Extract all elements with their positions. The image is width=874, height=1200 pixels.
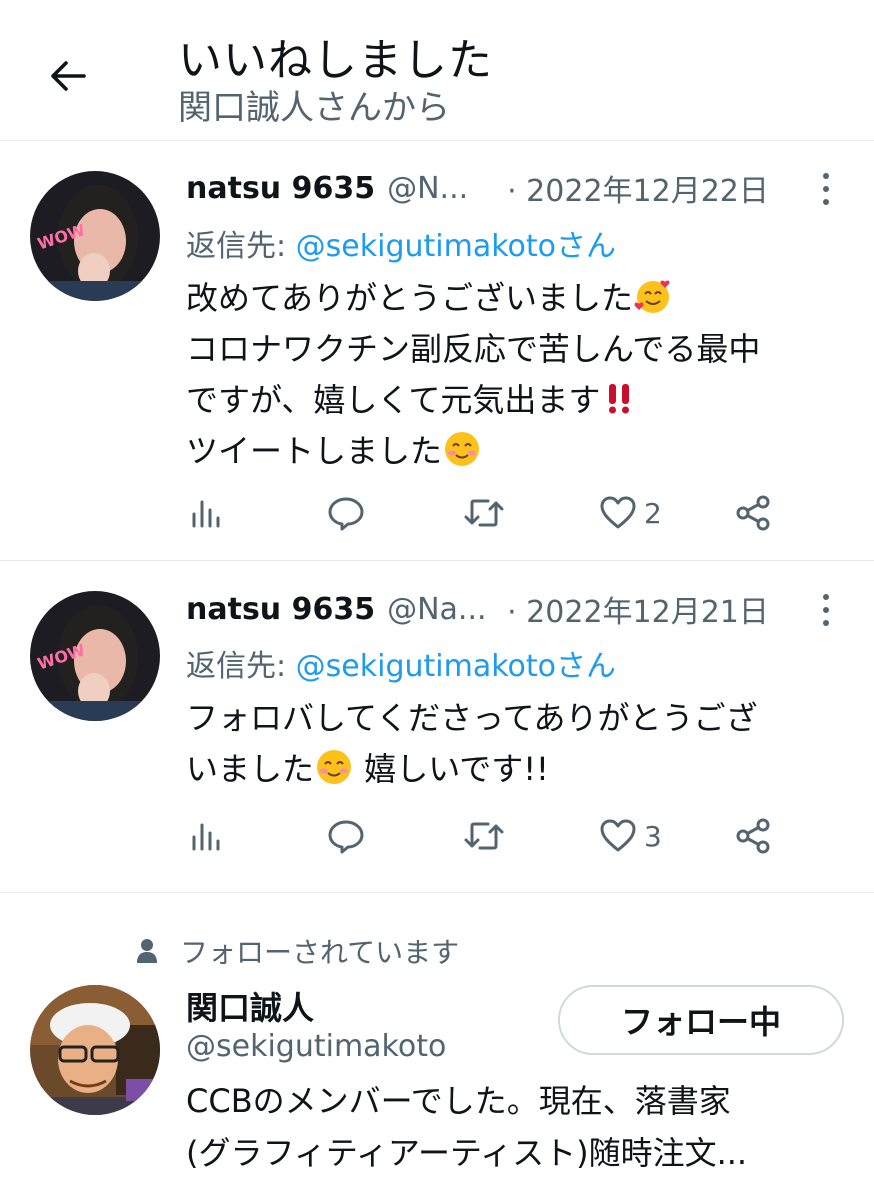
author-name[interactable]: natsu 9635 — [186, 592, 375, 627]
tweet-line: コロナワクチン副反応で苦しんでる最中 — [186, 330, 761, 368]
top-bar: いいねしました 関口誠人さんから — [0, 0, 874, 141]
avatar[interactable] — [30, 985, 160, 1115]
author-name[interactable]: natsu 9635 — [186, 171, 375, 206]
page-title: いいねしました — [178, 35, 493, 86]
avatar[interactable]: WOW — [30, 591, 160, 721]
reply-mention-link[interactable]: @sekigutimakotoさん — [296, 229, 616, 264]
tweet-actions: 3 — [186, 811, 786, 861]
user-name[interactable]: 関口誠人 — [186, 983, 314, 1029]
author-handle[interactable]: @N... — [387, 171, 499, 206]
tweet-line: いました — [186, 750, 315, 788]
tweet-date[interactable]: · 2022年12月22日 — [507, 166, 769, 210]
like-count: 2 — [644, 496, 662, 530]
views-button[interactable] — [190, 488, 224, 538]
reply-button[interactable] — [326, 488, 366, 538]
tweet-line: ですが、嬉しくて元気出ます — [186, 381, 601, 419]
tweet-text: 改めてありがとうございました コロナワクチン副反応で苦しんでる最中 ですが、嬉し… — [186, 273, 760, 477]
share-icon — [736, 818, 770, 854]
smiling-face-with-hearts-icon — [634, 280, 670, 313]
back-arrow-icon — [51, 61, 86, 91]
bio-line: CCBのメンバーでした。現在、落書家 — [186, 1082, 731, 1120]
user-bio: CCBのメンバーでした。現在、落書家 (グラフィティアーティスト)随時注文... — [186, 1075, 747, 1179]
retweet-icon — [464, 822, 504, 850]
tweet-line: フォロバしてくださってありがとうござ — [186, 699, 758, 737]
reply-button[interactable] — [326, 811, 366, 861]
user-cell[interactable]: フォローされています 関口誠人 @sekigutimakoto フォロー中 CC… — [0, 893, 874, 1200]
tweet-line: ツイートしました — [186, 432, 443, 470]
reply-mention-link[interactable]: @sekigutimakotoさん — [296, 649, 616, 684]
retweet-button[interactable] — [462, 488, 506, 538]
analytics-icon — [192, 823, 220, 851]
tweet-header: natsu 9635 @Na... · 2022年12月21日 — [186, 587, 769, 631]
smiling-face-icon — [445, 432, 480, 466]
views-button[interactable] — [190, 811, 224, 861]
double-exclamation-icon — [609, 384, 630, 414]
follows-you-indicator: フォローされています — [136, 933, 459, 969]
like-button[interactable]: 2 — [598, 488, 662, 538]
heart-icon — [600, 819, 636, 852]
tweet-item[interactable]: WOW natsu 9635 @Na... · 2022年12月21日 返信先:… — [0, 561, 874, 893]
analytics-icon — [192, 500, 220, 528]
tweet-actions: 2 — [186, 488, 786, 538]
reply-bubble-icon — [328, 820, 364, 854]
bio-line: (グラフィティアーティスト)随時注文... — [186, 1134, 748, 1172]
like-count: 3 — [644, 819, 662, 853]
following-button[interactable]: フォロー中 — [558, 985, 844, 1055]
share-icon — [736, 495, 770, 531]
like-button[interactable]: 3 — [598, 811, 662, 861]
share-button[interactable] — [734, 811, 774, 861]
tweet-line: 改めてありがとうございました — [186, 279, 634, 317]
reply-bubble-icon — [328, 497, 364, 531]
tweet-text: フォロバしてくださってありがとうござ いました 嬉しいです!! — [186, 693, 758, 795]
person-icon — [137, 939, 157, 963]
retweet-button[interactable] — [462, 811, 506, 861]
tweet-header: natsu 9635 @N... · 2022年12月22日 — [186, 166, 769, 210]
tweet-line: 嬉しいです!! — [354, 750, 549, 788]
reply-prefix: 返信先: — [186, 649, 296, 684]
reply-to-line: 返信先: @sekigutimakotoさん — [186, 221, 616, 265]
page-subtitle: 関口誠人さんから — [178, 88, 450, 128]
tweet-item[interactable]: WOW natsu 9635 @N... · 2022年12月22日 返信先: … — [0, 141, 874, 561]
retweet-icon — [464, 499, 504, 527]
tweet-date[interactable]: · 2022年12月21日 — [507, 587, 769, 631]
reply-prefix: 返信先: — [186, 229, 296, 264]
user-handle[interactable]: @sekigutimakoto — [186, 1029, 446, 1064]
avatar[interactable]: WOW — [30, 171, 160, 301]
more-options-icon[interactable] — [820, 590, 832, 630]
back-button[interactable] — [40, 48, 96, 104]
reply-to-line: 返信先: @sekigutimakotoさん — [186, 641, 616, 685]
author-handle[interactable]: @Na... — [387, 592, 499, 627]
smiling-face-icon — [317, 750, 352, 784]
follows-you-label: フォローされています — [180, 936, 460, 969]
share-button[interactable] — [734, 488, 774, 538]
more-options-icon[interactable] — [820, 169, 832, 209]
heart-icon — [600, 496, 636, 529]
